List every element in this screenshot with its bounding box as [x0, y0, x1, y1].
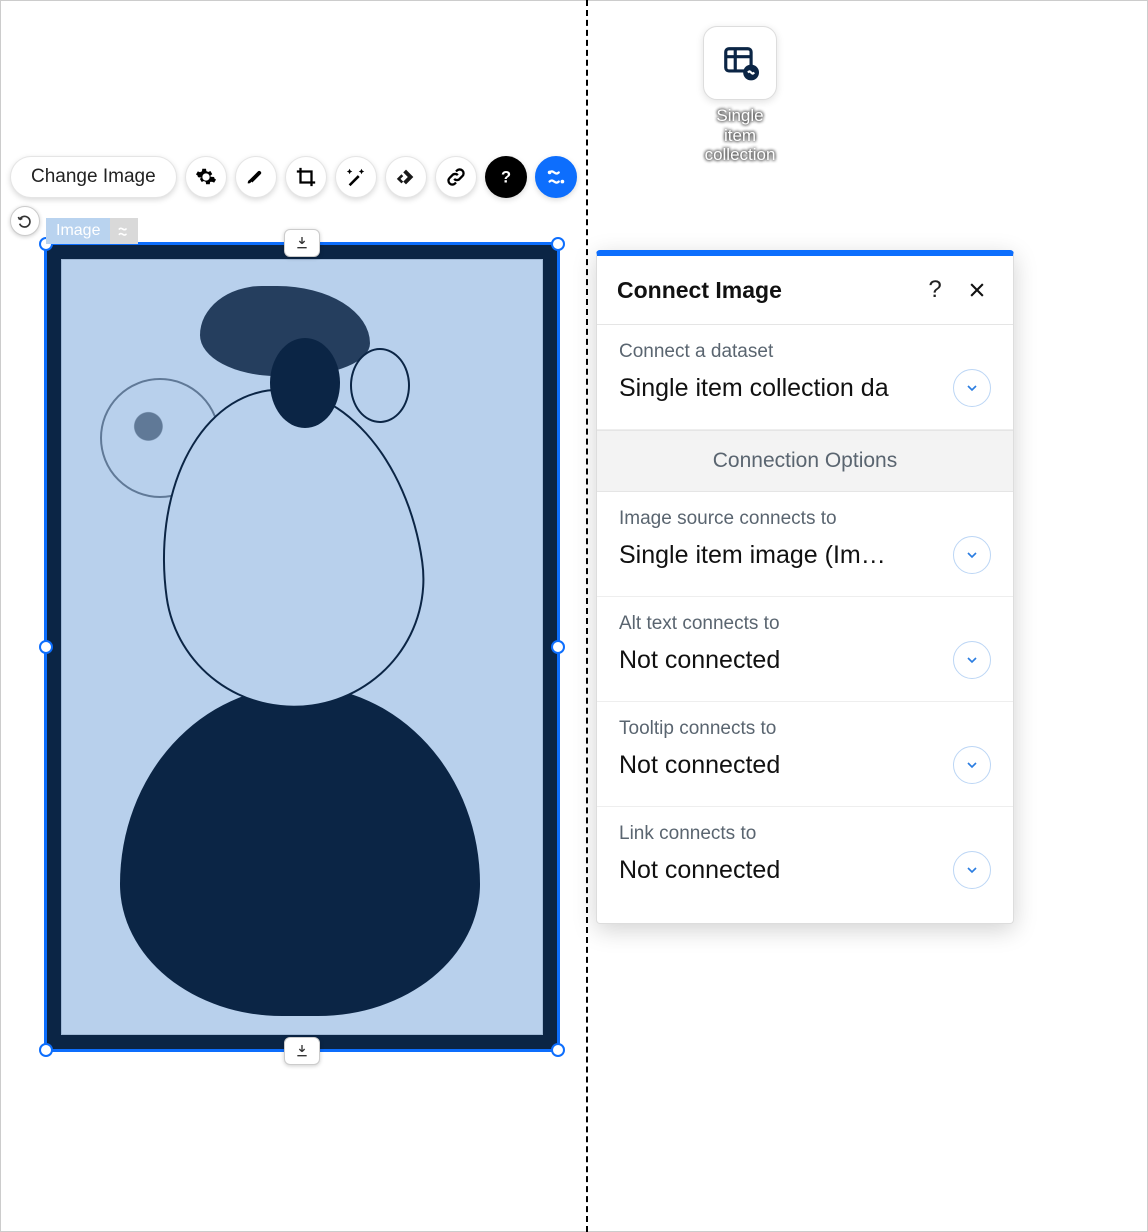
animation-button[interactable]	[385, 156, 427, 198]
undo-icon	[17, 213, 33, 229]
download-icon	[294, 235, 310, 251]
download-icon	[294, 1043, 310, 1059]
tooltip-section: Tooltip connects to Not connected	[597, 702, 1013, 807]
image-source-chevron[interactable]	[953, 536, 991, 574]
tooltip-chevron[interactable]	[953, 746, 991, 784]
crop-button[interactable]	[285, 156, 327, 198]
chevron-down-icon	[964, 547, 980, 563]
resize-handle-mr[interactable]	[551, 640, 565, 654]
image-source-select[interactable]: Single item image (Im…	[619, 536, 991, 574]
magic-icon	[345, 166, 367, 188]
stretch-bottom-handle[interactable]	[284, 1037, 320, 1065]
change-image-button[interactable]: Change Image	[10, 156, 177, 198]
image-source-label: Image source connects to	[619, 508, 991, 530]
chevron-down-icon	[964, 862, 980, 878]
chevron-down-icon	[964, 652, 980, 668]
alt-text-select[interactable]: Not connected	[619, 641, 991, 679]
link-button[interactable]	[435, 156, 477, 198]
dataset-value: Single item collection da	[619, 374, 941, 403]
animation-icon	[395, 166, 417, 188]
tooltip-value: Not connected	[619, 751, 941, 780]
link-label: Link connects to	[619, 823, 991, 845]
svg-text:?: ?	[501, 169, 511, 187]
link-icon	[445, 166, 467, 188]
dataset-tile[interactable]	[703, 26, 777, 100]
link-value: Not connected	[619, 856, 941, 885]
alt-text-label: Alt text connects to	[619, 613, 991, 635]
image-toolbar: Change Image ?	[10, 156, 577, 198]
image-content	[61, 259, 543, 1035]
resize-handle-tr[interactable]	[551, 237, 565, 251]
connection-options-header: Connection Options	[597, 430, 1013, 492]
dataset-label: Connect a dataset	[619, 341, 991, 363]
filters-button[interactable]	[335, 156, 377, 198]
design-button[interactable]	[235, 156, 277, 198]
link-select[interactable]: Not connected	[619, 851, 991, 889]
link-chevron[interactable]	[953, 851, 991, 889]
alt-text-section: Alt text connects to Not connected	[597, 597, 1013, 702]
brush-icon	[245, 166, 267, 188]
chevron-down-icon	[964, 380, 980, 396]
dataset-chevron[interactable]	[953, 369, 991, 407]
resize-handle-ml[interactable]	[39, 640, 53, 654]
close-icon	[967, 280, 987, 300]
connect-data-button[interactable]	[535, 156, 577, 198]
dataset-section: Connect a dataset Single item collection…	[597, 325, 1013, 430]
section-divider	[586, 0, 588, 1232]
image-source-section: Image source connects to Single item ima…	[597, 492, 1013, 597]
dataset-caption: Single item collection	[700, 106, 780, 165]
reset-button[interactable]	[10, 206, 40, 236]
settings-button[interactable]	[185, 156, 227, 198]
dataset-select[interactable]: Single item collection da	[619, 369, 991, 407]
help-button[interactable]: ?	[485, 156, 527, 198]
alt-text-chevron[interactable]	[953, 641, 991, 679]
resize-handle-br[interactable]	[551, 1043, 565, 1057]
element-tag-label: Image	[46, 218, 110, 244]
gear-icon	[195, 166, 217, 188]
element-tag-data-icon	[110, 218, 138, 244]
panel-close-button[interactable]	[961, 274, 993, 306]
data-connect-icon	[545, 166, 567, 188]
image-source-value: Single item image (Im…	[619, 541, 941, 570]
panel-title: Connect Image	[617, 277, 909, 304]
change-image-label: Change Image	[31, 166, 156, 188]
tooltip-select[interactable]: Not connected	[619, 746, 991, 784]
stretch-top-handle[interactable]	[284, 229, 320, 257]
panel-header: Connect Image ?	[597, 256, 1013, 325]
panel-help-button[interactable]: ?	[919, 274, 951, 306]
question-icon: ?	[928, 276, 941, 304]
resize-handle-bl[interactable]	[39, 1043, 53, 1057]
artwork-placeholder	[70, 268, 534, 1026]
crop-icon	[295, 166, 317, 188]
link-section: Link connects to Not connected	[597, 807, 1013, 923]
connect-image-panel: Connect Image ? Connect a dataset Single…	[596, 250, 1014, 924]
element-tag[interactable]: Image	[46, 218, 138, 244]
dataset-chip[interactable]: Single item collection	[700, 26, 780, 165]
table-icon	[721, 44, 759, 82]
chevron-down-icon	[964, 757, 980, 773]
question-icon: ?	[495, 166, 517, 188]
tooltip-label: Tooltip connects to	[619, 718, 991, 740]
selected-image[interactable]	[44, 242, 560, 1052]
alt-text-value: Not connected	[619, 646, 941, 675]
